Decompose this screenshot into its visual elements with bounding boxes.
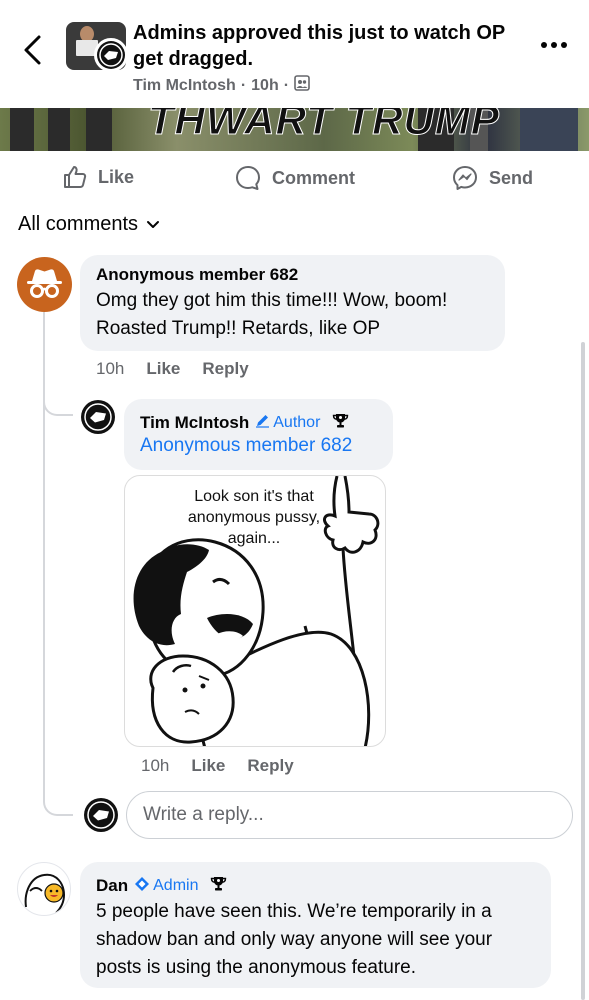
comment-bubble[interactable]: Anonymous member 682 Omg they got him th… [80,255,505,351]
comment-text: 5 people have seen this. We’re temporari… [96,901,493,978]
post-thumbnail[interactable] [66,22,126,70]
post-action-bar: Like Comment Send [0,152,589,204]
current-user-avatar [84,798,118,832]
reply-input[interactable] [143,792,563,838]
trophy-icon [210,875,227,897]
group-avatar-icon [94,38,126,70]
incognito-icon [17,269,72,312]
send-button[interactable]: Send [451,164,533,192]
thread-connector [43,380,73,416]
comment-button[interactable]: Comment [234,164,355,192]
shield-icon [134,876,150,897]
photo-banner-text: THWART TRUMP [148,108,500,144]
comment-bubble-icon [234,164,262,192]
post-time: 10h [251,76,279,94]
send-label: Send [489,167,534,188]
comment-reply-button[interactable]: Reply [247,756,293,776]
comment-label: Comment [272,167,356,188]
post-title[interactable]: Admins approved this just to watch OP ge… [133,20,533,72]
trophy-icon [332,412,349,434]
anonymous-avatar[interactable] [17,257,72,312]
more-options-icon[interactable] [541,42,567,48]
comment-time: 10h [141,756,170,775]
post-meta: Tim McIntosh · 10h · [133,75,310,96]
comment-reply-button[interactable]: Reply [202,359,248,379]
like-button[interactable]: Like [62,164,134,190]
admin-badge-label: Admin [153,877,199,894]
comment-like-button[interactable]: Like [191,756,225,776]
comment-author[interactable]: Tim McIntosh [140,413,249,433]
comment-filter-label: All comments [18,213,139,235]
like-label: Like [98,166,135,187]
comment-actions: 10h Like Reply [96,359,249,379]
post-author[interactable]: Tim McIntosh [133,77,236,95]
comment-actions: 10h Like Reply [141,756,294,776]
group-members-icon [294,75,310,96]
reply-box[interactable] [126,791,573,839]
comment-time: 10h [96,359,125,378]
thumbs-up-icon [62,164,88,190]
meme-drawing [133,476,380,746]
comment-text: Omg they got him this time!!! Wow, boom!… [96,290,448,339]
comment-author[interactable]: Anonymous member 682 [96,265,489,285]
meme-image[interactable]: Look son it's that anonymous pussy, agai… [124,475,386,747]
messenger-icon [451,164,479,192]
author-badge-label: Author [273,414,321,431]
author-badge: Author [255,413,320,433]
comment-author-row: Tim McIntosh Author [140,412,377,434]
group-avatar[interactable] [81,400,115,434]
comment-author[interactable]: Dan [96,876,128,896]
chevron-down-icon [146,213,160,236]
thread-connector [43,776,73,816]
comment-mention[interactable]: Anonymous member 682 [140,435,377,457]
admin-avatar[interactable] [17,862,71,916]
post-header: Admins approved this just to watch OP ge… [0,0,589,108]
post-photo[interactable]: THWART TRUMP [0,108,589,151]
admin-badge: Admin [134,876,198,897]
back-icon[interactable] [20,34,48,66]
comment-bubble[interactable]: Tim McIntosh Author Anonymous member 682 [124,399,393,470]
scrollbar[interactable] [581,342,585,1000]
pencil-icon [255,413,270,433]
comment-like-button[interactable]: Like [146,359,180,379]
comment-filter-dropdown[interactable]: All comments [18,213,160,236]
comment-author-row: Dan Admin [96,875,535,897]
comment-bubble[interactable]: Dan Admin 5 people have seen this. We’re… [80,862,551,988]
